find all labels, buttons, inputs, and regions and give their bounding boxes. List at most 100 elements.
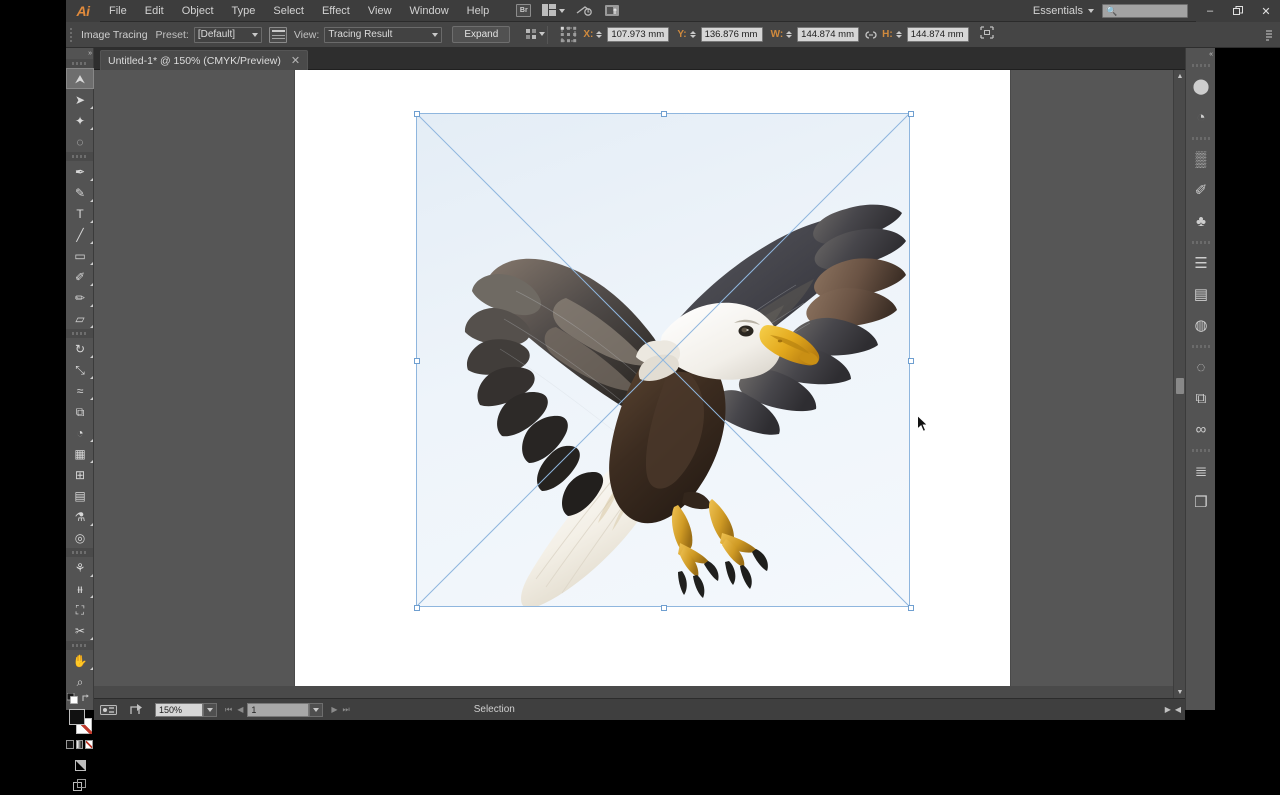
none-mode-icon[interactable]: [85, 740, 94, 749]
w-stepper[interactable]: [786, 27, 795, 42]
next-artboard-button[interactable]: ▶: [331, 705, 337, 714]
color-mode-icon[interactable]: [66, 740, 74, 749]
graphic-styles-panel-icon[interactable]: ⧉: [1186, 383, 1216, 414]
menu-item-file[interactable]: File: [100, 1, 136, 21]
document-setup-icon[interactable]: [603, 4, 620, 18]
magic-wand-tool[interactable]: ✦: [66, 110, 94, 131]
gradient-mode-icon[interactable]: [75, 740, 84, 749]
stroke-panel-icon[interactable]: ☰: [1186, 248, 1216, 279]
line-segment-tool[interactable]: ╱: [66, 224, 94, 245]
column-graph-tool[interactable]: ᵻᵻ: [66, 578, 94, 599]
tools-panel-collapse[interactable]: »: [66, 48, 93, 59]
swatches-panel-icon[interactable]: ▒: [1186, 144, 1216, 175]
preset-dropdown[interactable]: [Default]: [193, 26, 262, 43]
w-field[interactable]: 144.874 mm: [797, 27, 860, 42]
restore-button[interactable]: [1224, 0, 1252, 22]
drawing-mode-icon[interactable]: [66, 755, 94, 775]
gradient-tool[interactable]: ▤: [66, 485, 94, 506]
zoom-tool[interactable]: ⌕: [66, 671, 94, 692]
menu-item-window[interactable]: Window: [401, 1, 458, 21]
document-tab[interactable]: Untitled-1* @ 150% (CMYK/Preview) ✕: [100, 50, 309, 70]
h-field[interactable]: 144.874 mm: [906, 27, 969, 42]
hand-tool[interactable]: ✋: [66, 650, 94, 671]
fill-swatch[interactable]: [69, 709, 85, 725]
paintbrush-tool[interactable]: ✐: [66, 266, 94, 287]
zoom-dropdown[interactable]: [203, 702, 217, 717]
eyedropper-tool[interactable]: ⚗: [66, 506, 94, 527]
layers-panel-icon[interactable]: ≣: [1186, 456, 1216, 487]
placed-image-eagle[interactable]: [416, 113, 910, 607]
prev-artboard-button[interactable]: ◀: [237, 705, 243, 714]
scrollbar-thumb[interactable]: [1176, 378, 1184, 394]
menu-item-view[interactable]: View: [359, 1, 401, 21]
lasso-tool[interactable]: ◌: [66, 131, 94, 152]
mesh-tool[interactable]: ⊞: [66, 464, 94, 485]
x-field[interactable]: 107.973 mm: [607, 27, 670, 42]
close-button[interactable]: ✕: [1252, 0, 1280, 22]
y-field[interactable]: 136.876 mm: [700, 27, 763, 42]
color-panel-icon[interactable]: ⬤: [1186, 71, 1216, 102]
minimize-button[interactable]: –: [1196, 0, 1224, 22]
menu-item-help[interactable]: Help: [458, 1, 499, 21]
dock-collapse-button[interactable]: «: [1186, 48, 1215, 60]
scale-tool[interactable]: ⤡: [66, 359, 94, 380]
x-stepper[interactable]: [596, 27, 605, 42]
transparency-panel-icon[interactable]: ◍: [1186, 310, 1216, 341]
gradient-panel-icon[interactable]: ▤: [1186, 279, 1216, 310]
tracing-panel-icon[interactable]: [268, 26, 287, 43]
last-artboard-button[interactable]: ⏭: [343, 705, 350, 715]
constrain-proportions-icon[interactable]: [864, 28, 877, 42]
close-icon[interactable]: ✕: [291, 54, 300, 67]
width-tool[interactable]: ≈: [66, 380, 94, 401]
view-dropdown[interactable]: Tracing Result: [324, 26, 443, 43]
color-guide-panel-icon[interactable]: ◔: [1186, 102, 1216, 133]
menu-item-effect[interactable]: Effect: [313, 1, 359, 21]
menu-item-object[interactable]: Object: [173, 1, 223, 21]
search-input[interactable]: 🔍: [1102, 4, 1188, 18]
transform-each-icon[interactable]: [979, 25, 995, 45]
artboard-dropdown[interactable]: [309, 702, 324, 717]
stock-icon[interactable]: [575, 4, 592, 18]
zoom-level-field[interactable]: 150%: [155, 702, 203, 717]
blend-tool[interactable]: ◎: [66, 527, 94, 548]
workspace-switcher[interactable]: Essentials: [1025, 5, 1102, 17]
panel-overflow-icon[interactable]: [1263, 22, 1275, 48]
menu-item-edit[interactable]: Edit: [136, 1, 173, 21]
fill-stroke-swatches[interactable]: [66, 708, 94, 738]
appearance-panel-icon[interactable]: ◌: [1186, 352, 1216, 383]
arrange-documents-icon[interactable]: [542, 4, 566, 17]
align-icon[interactable]: [524, 27, 546, 42]
curvature-tool[interactable]: ✎: [66, 182, 94, 203]
y-stepper[interactable]: [689, 27, 699, 42]
rectangle-tool[interactable]: ▭: [66, 245, 94, 266]
free-transform-tool[interactable]: ⧉: [66, 401, 94, 422]
screen-mode-icon[interactable]: [66, 775, 94, 795]
artboard-number-field[interactable]: 1: [247, 702, 310, 717]
control-bar-grip[interactable]: [66, 22, 73, 48]
status-collapse-arrow[interactable]: ◀: [1175, 705, 1181, 714]
perspective-grid-tool[interactable]: ▦: [66, 443, 94, 464]
canvas-area[interactable]: [94, 70, 1173, 698]
direct-selection-tool[interactable]: ➤: [66, 89, 94, 110]
bridge-icon[interactable]: Br: [516, 4, 532, 17]
reference-point-icon[interactable]: [560, 26, 577, 43]
rotate-tool[interactable]: ↻: [66, 338, 94, 359]
status-expand-arrow[interactable]: ▶: [1165, 705, 1171, 714]
artboards-panel-icon[interactable]: ❐: [1186, 487, 1216, 518]
slice-tool[interactable]: ✂: [66, 620, 94, 641]
selection-tool[interactable]: ⮝: [66, 68, 94, 89]
swap-fill-stroke-icon[interactable]: [81, 691, 92, 709]
menu-item-type[interactable]: Type: [223, 1, 265, 21]
libraries-panel-icon[interactable]: ∞: [1186, 414, 1216, 445]
pen-tool[interactable]: ✒: [66, 161, 94, 182]
expand-button[interactable]: Expand: [452, 26, 511, 43]
symbol-sprayer-tool[interactable]: ⚘: [66, 557, 94, 578]
pencil-tool[interactable]: ✏: [66, 287, 94, 308]
first-artboard-button[interactable]: ⏮: [225, 705, 232, 715]
symbols-panel-icon[interactable]: ♣: [1186, 206, 1216, 237]
share-icon[interactable]: [124, 703, 151, 716]
dock-scrollbar[interactable]: ▲ ▼: [1173, 70, 1185, 698]
type-tool[interactable]: T: [66, 203, 94, 224]
eraser-tool[interactable]: ▱: [66, 308, 94, 329]
brushes-panel-icon[interactable]: ✐: [1186, 175, 1216, 206]
